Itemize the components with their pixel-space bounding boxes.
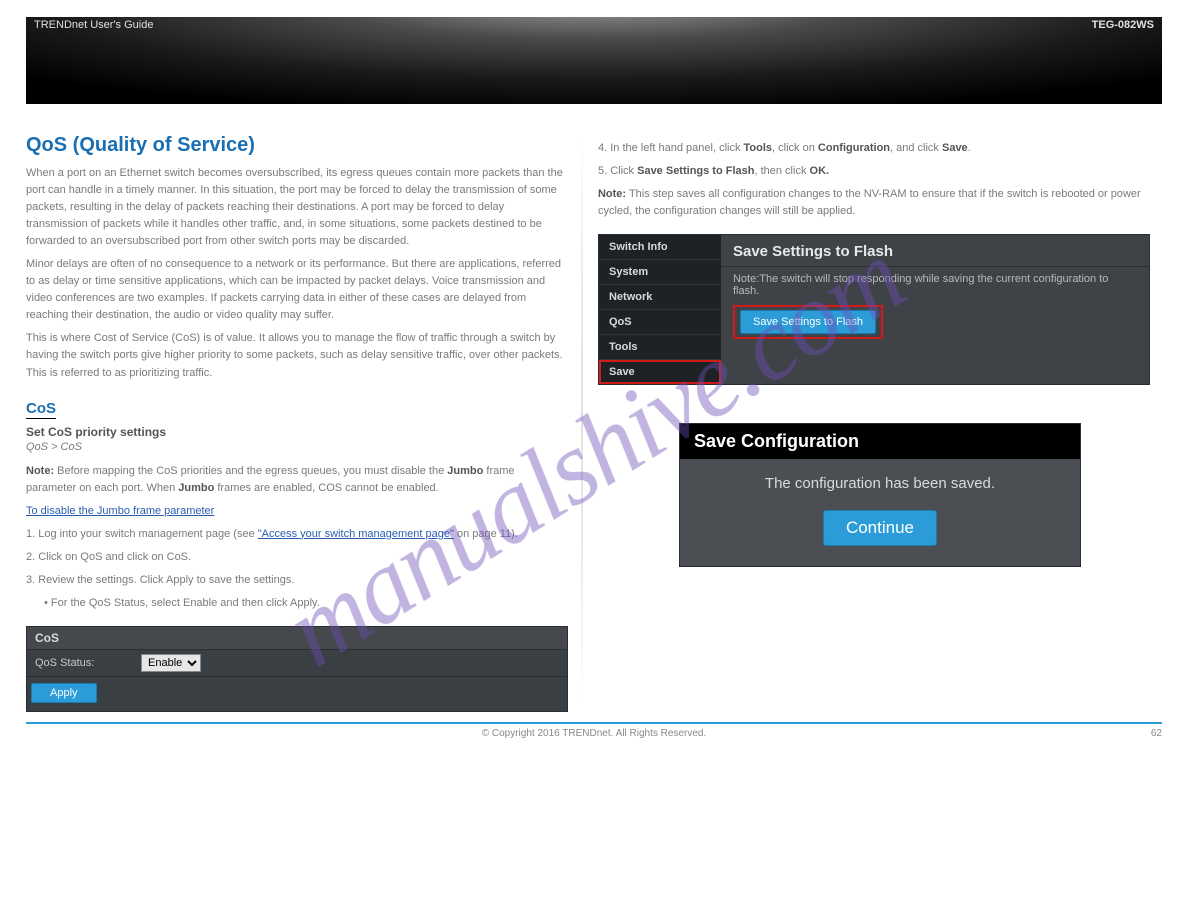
step-5: 5. Click Save Settings to Flash, then cl… — [598, 163, 1162, 180]
save-config-msg: The configuration has been saved. — [680, 459, 1080, 492]
save-config-dialog: Save Configuration The configuration has… — [679, 423, 1081, 567]
step-3: 3. Review the settings. Click Apply to s… — [26, 572, 566, 589]
step-5-note: Note: This step saves all configuration … — [598, 186, 1162, 220]
intro-para-3: This is where Cost of Service (CoS) is o… — [26, 330, 566, 381]
cos-panel-title: CoS — [27, 627, 567, 650]
qos-heading: QoS (Quality of Service) — [26, 134, 566, 157]
save-flash-main: Save Settings to Flash Note:The switch w… — [721, 235, 1149, 384]
save-flash-button-highlight: Save Settings to Flash — [733, 305, 883, 339]
cos-strong-lead: Set CoS priority settings — [26, 425, 166, 439]
cos-bullet: • For the QoS Status, select Enable and … — [44, 595, 566, 612]
sidebar-nav: Switch Info System Network QoS Tools Sav… — [599, 235, 721, 384]
sidebar-item-qos[interactable]: QoS — [599, 310, 721, 335]
cos-path: QoS > CoS — [26, 441, 566, 453]
save-flash-button[interactable]: Save Settings to Flash — [740, 310, 876, 334]
step-1: 1. Log into your switch management page … — [26, 526, 566, 543]
jumbo-link-line: To disable the Jumbo frame parameter — [26, 503, 566, 520]
apply-button[interactable]: Apply — [31, 683, 97, 703]
save-config-title: Save Configuration — [680, 424, 1080, 459]
sidebar-item-tools[interactable]: Tools — [599, 335, 721, 360]
save-flash-panel: Switch Info System Network QoS Tools Sav… — [598, 234, 1150, 385]
sidebar-item-system[interactable]: System — [599, 260, 721, 285]
cos-panel-row: QoS Status: Enabled — [27, 650, 567, 677]
sidebar-item-save[interactable]: Save — [599, 360, 721, 384]
banner-right-text: TEG-082WS — [1092, 19, 1154, 31]
top-banner: TRENDnet User's Guide TEG-082WS — [26, 17, 1162, 104]
footer-divider — [26, 722, 1162, 724]
jumbo-link[interactable]: To disable the Jumbo frame parameter — [26, 505, 214, 517]
intro-para-1: When a port on an Ethernet switch become… — [26, 165, 566, 250]
save-flash-title: Save Settings to Flash — [721, 235, 1149, 267]
qos-status-select[interactable]: Enabled — [141, 654, 201, 672]
cos-subheading: CoS — [26, 400, 566, 419]
right-column: 4. In the left hand panel, click Tools, … — [583, 104, 1162, 712]
sidebar-item-network[interactable]: Network — [599, 285, 721, 310]
intro-para-2: Minor delays are often of no consequence… — [26, 256, 566, 324]
banner-left-text: TRENDnet User's Guide — [34, 19, 153, 31]
cos-note-line-1: Note: Before mapping the CoS priorities … — [26, 463, 566, 497]
left-column: QoS (Quality of Service) When a port on … — [26, 104, 581, 712]
mgmt-page-link[interactable]: "Access your switch management page" — [258, 528, 454, 540]
continue-button[interactable]: Continue — [823, 510, 937, 546]
save-flash-note: Note:The switch will stop responding whi… — [721, 267, 1149, 301]
step-2: 2. Click on QoS and click on CoS. — [26, 549, 566, 566]
step-4: 4. In the left hand panel, click Tools, … — [598, 140, 1162, 157]
sidebar-item-switch-info[interactable]: Switch Info — [599, 235, 721, 260]
qos-status-label: QoS Status: — [35, 657, 141, 669]
cos-panel: CoS QoS Status: Enabled Apply — [26, 626, 568, 712]
